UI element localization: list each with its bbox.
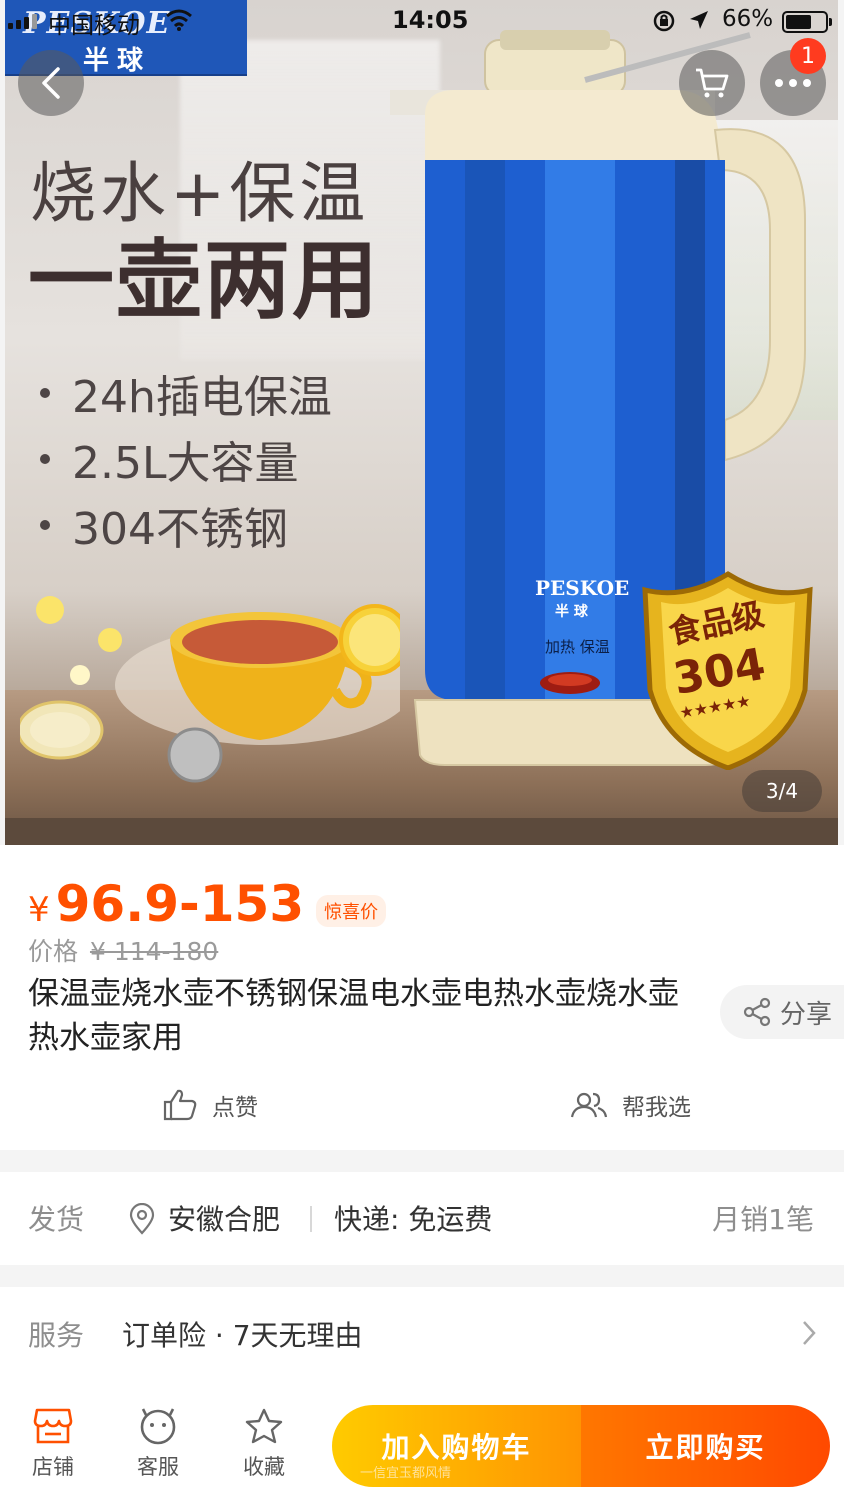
price-value: 96.9-153: [55, 875, 305, 933]
image-pager-indicator: 3/4: [742, 770, 822, 812]
favorite-label: 收藏: [243, 1455, 285, 1479]
feature-list: 24h插电保温 2.5L大容量 304不锈钢: [40, 360, 332, 558]
thumbs-up-icon: [163, 1089, 197, 1121]
section-divider: [0, 1150, 844, 1172]
feature-item: 304不锈钢: [40, 492, 332, 558]
favorite-tab[interactable]: 收藏: [229, 1407, 299, 1481]
wifi-icon: [166, 9, 192, 31]
bullet-icon: [40, 388, 50, 398]
help-choose-button[interactable]: 帮我选: [570, 1088, 691, 1122]
customer-service-label: 客服: [137, 1455, 179, 1479]
feature-item: 24h插电保温: [40, 360, 332, 426]
store-tab[interactable]: 店铺: [18, 1407, 88, 1481]
store-label: 店铺: [32, 1455, 74, 1479]
share-button[interactable]: 分享: [720, 985, 844, 1039]
share-icon: [743, 997, 771, 1027]
chevron-right-icon: [803, 1321, 816, 1345]
service-value: 订单险 · 7天无理由: [122, 1319, 363, 1352]
shipping-location: 安徽合肥: [168, 1203, 281, 1236]
people-icon: [570, 1092, 608, 1118]
monthly-sales: 月销1笔: [712, 1203, 814, 1236]
rotation-lock-icon: [653, 10, 675, 32]
battery-percentage: 66%: [722, 6, 774, 32]
bullet-icon: [40, 520, 50, 530]
cart-icon: [696, 68, 729, 98]
status-bar: 中国移动 14:05 66%: [0, 0, 844, 44]
store-icon: [33, 1408, 73, 1444]
cart-button[interactable]: [679, 50, 745, 116]
feature-item: 2.5L大容量: [40, 426, 332, 492]
product-image-carousel[interactable]: PESKOE 半球 烧水+保温 一壶两用 24h插电保温 2.5L大容量 304…: [0, 0, 844, 845]
back-button[interactable]: [18, 50, 84, 116]
price-tag-badge: 惊喜价: [316, 895, 387, 927]
svg-text:PESKOE: PESKOE: [535, 576, 629, 600]
social-action-row: 点赞 帮我选: [0, 1080, 844, 1136]
feature-text: 2.5L大容量: [72, 438, 299, 489]
customer-service-tab[interactable]: 客服: [123, 1407, 193, 1481]
service-row[interactable]: 服务 订单险 · 7天无理由: [0, 1288, 844, 1380]
signal-icon: [8, 14, 37, 29]
message-count-badge: 1: [790, 38, 826, 74]
customer-service-icon: [140, 1408, 176, 1445]
table-edge: [0, 818, 844, 845]
feature-text: 304不锈钢: [72, 504, 288, 555]
share-label: 分享: [780, 999, 833, 1030]
original-price: 价格 ¥ 114-180: [28, 932, 218, 968]
brand-logo-cn: 半球: [83, 46, 152, 76]
watermark: 一信宜玉都风情: [360, 1466, 452, 1481]
shipping-row: 发货 安徽合肥 快递: 免运费 月销1笔: [0, 1172, 844, 1264]
bullet-icon: [40, 454, 50, 464]
service-label: 服务: [28, 1319, 85, 1352]
svg-text:半 球: 半 球: [555, 603, 589, 620]
tea-cup-illustration: [20, 596, 400, 783]
like-label: 点赞: [212, 1095, 258, 1121]
feature-text: 24h插电保温: [72, 372, 332, 423]
divider: [310, 1206, 312, 1232]
shipping-fee: 快递: 免运费: [334, 1203, 493, 1236]
like-button[interactable]: 点赞: [162, 1088, 258, 1122]
image-edge: [0, 0, 5, 845]
location-arrow-icon: [690, 11, 708, 29]
bottom-action-bar: 店铺 客服 收藏 加入购物车 立即购买: [0, 1395, 844, 1500]
battery-nub: [829, 18, 832, 26]
hero-headline-large: 一壶两用: [28, 231, 380, 331]
price-row: ¥ 96.9-153 惊喜价: [28, 875, 387, 933]
food-grade-shield-badge: 食品级 304 ★★★★★: [642, 571, 813, 770]
shipping-label: 发货: [28, 1203, 85, 1236]
star-icon: [245, 1408, 283, 1444]
buy-now-button[interactable]: 立即购买: [581, 1405, 830, 1487]
svg-text:加热 保温: 加热 保温: [545, 638, 610, 656]
help-choose-label: 帮我选: [622, 1095, 691, 1121]
more-icon: [775, 79, 811, 87]
chevron-left-icon: [42, 67, 60, 99]
battery-icon: [782, 11, 832, 33]
clock: 14:05: [392, 6, 469, 34]
section-divider: [0, 1265, 844, 1287]
original-price-value: ¥ 114-180: [89, 937, 219, 966]
location-pin-icon: [129, 1203, 155, 1235]
carrier-name: 中国移动: [48, 13, 140, 39]
image-edge: [838, 0, 844, 845]
price-currency: ¥: [28, 890, 50, 930]
battery-fill: [786, 15, 811, 29]
product-title: 保温壶烧水壶不锈钢保温电水壶电热水壶烧水壶热水壶家用: [28, 976, 679, 1056]
original-price-label: 价格: [28, 937, 79, 966]
